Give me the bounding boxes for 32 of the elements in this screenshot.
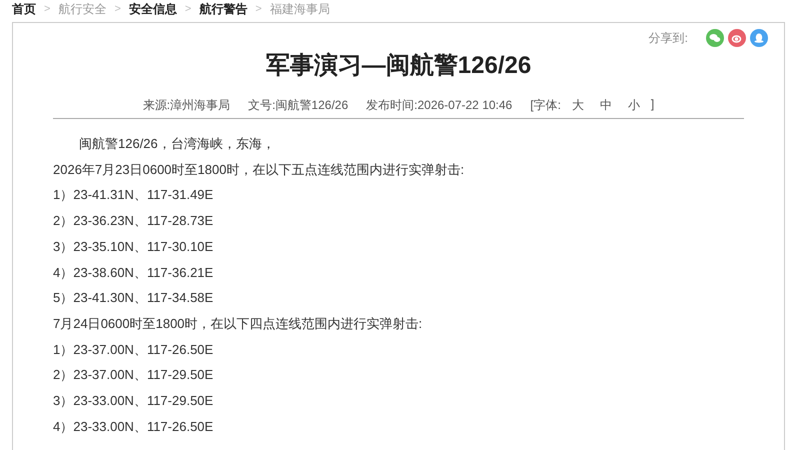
article-paragraph: 3）23-33.00N、117-29.50E — [53, 392, 214, 410]
meta-text: 来源:漳州海事局 — [142, 97, 230, 114]
breadcrumb-separator: > — [255, 3, 262, 15]
breadcrumb-link[interactable]: 安全信息 — [128, 0, 177, 18]
share-label: 分享到: — [648, 30, 688, 46]
article-paragraph: 7月24日0600时至1800时，在以下四点连线范围内进行实弹射击: — [53, 314, 424, 333]
font-size-link[interactable]: 小 — [622, 97, 645, 114]
article-paragraph: 1）23-41.31N、117-31.49E — [53, 186, 214, 204]
font-size-label: [字体: — [530, 97, 561, 114]
article-paragraph: 1）23-37.00N、117-26.50E — [53, 340, 214, 359]
meta-text: 文号:闽航警126/26 — [248, 97, 348, 114]
article-paragraph: 4）23-38.60N、117-36.21E — [53, 264, 214, 282]
article-title: 军事演习—闽航警126/26 — [264, 51, 532, 81]
article-paragraph: 3）23-35.10N、117-30.10E — [53, 238, 214, 256]
article-paragraph: 闽航警126/26，台湾海峡，东海， — [78, 135, 276, 153]
chat-bubbles-icon[interactable] — [706, 29, 724, 47]
eye-swirl-icon[interactable] — [728, 29, 746, 47]
breadcrumb-separator: > — [184, 3, 192, 15]
penguin-icon[interactable] — [750, 29, 768, 47]
article-paragraph: 5）23-41.30N、117-34.58E — [53, 289, 214, 308]
bracket-text: ] — [650, 97, 654, 113]
breadcrumb-separator: > — [44, 3, 50, 15]
article-paragraph: 2026年7月23日0600时至1800时，在以下五点连线范围内进行实弹射击: — [53, 160, 466, 179]
article-paragraph: 2）23-37.00N、117-29.50E — [53, 366, 214, 384]
breadcrumb-link[interactable]: 首页 — [12, 0, 36, 18]
breadcrumb-separator: > — [114, 3, 121, 15]
article-paragraph: 4）23-33.00N、117-26.50E — [53, 418, 214, 436]
font-size-link[interactable]: 中 — [594, 97, 617, 114]
font-size-link[interactable]: 大 — [566, 97, 589, 114]
article-paragraph: 2）23-36.23N、117-28.73E — [53, 212, 214, 230]
meta-text: 发布时间:2026-07-22 10:46 — [366, 97, 512, 114]
breadcrumb-link[interactable]: 航行警告 — [199, 0, 248, 18]
